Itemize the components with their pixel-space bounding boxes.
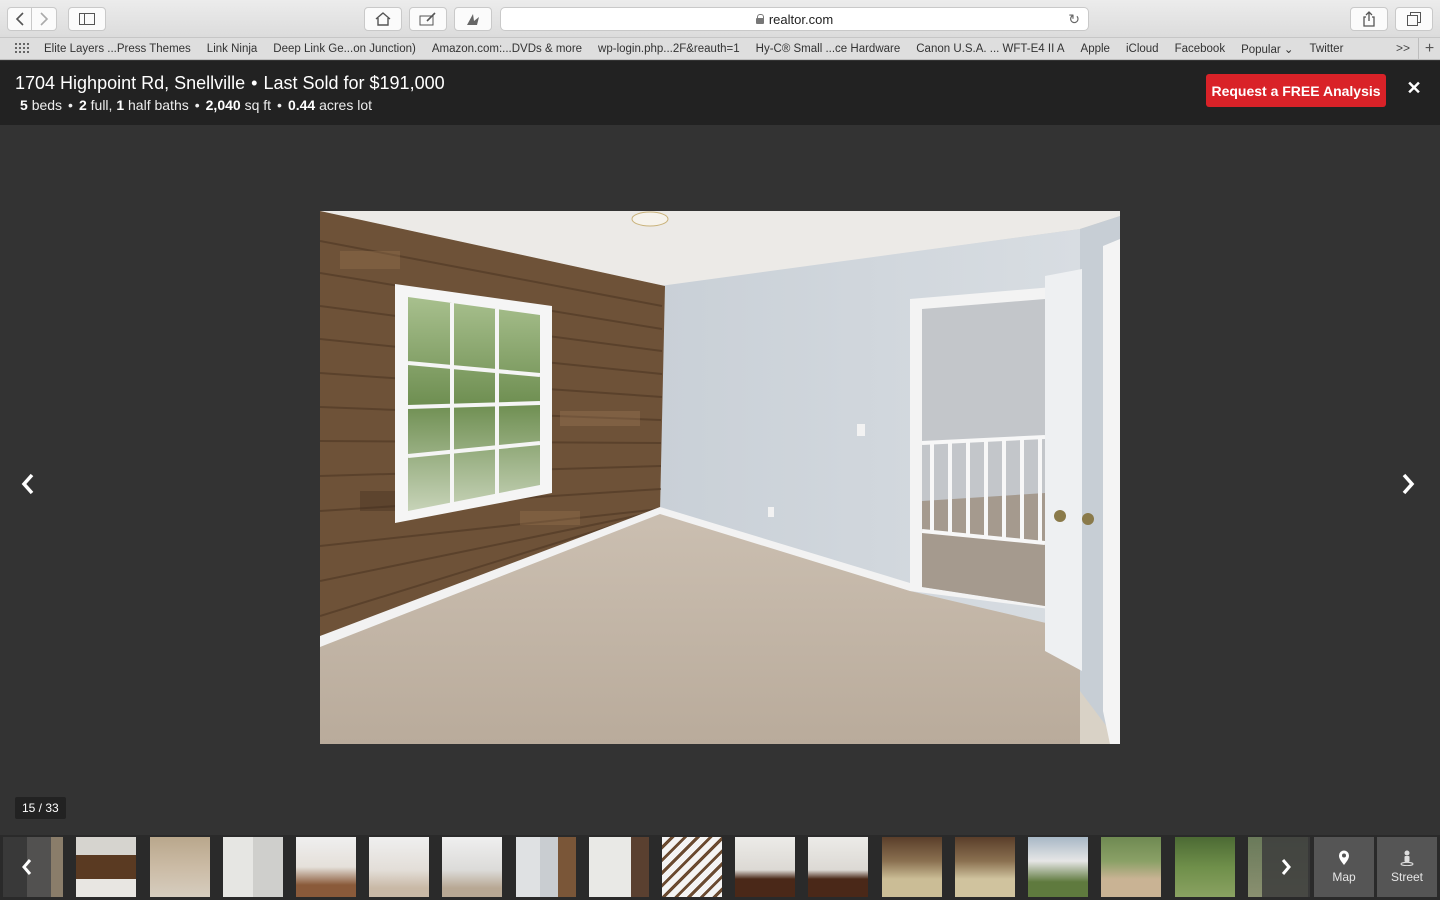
bird-icon bbox=[467, 14, 479, 25]
chevron-right-icon bbox=[40, 12, 49, 26]
reload-icon[interactable]: ↻ bbox=[1068, 11, 1080, 28]
home-button[interactable] bbox=[364, 7, 402, 31]
photo-thumbnail[interactable] bbox=[589, 837, 649, 897]
listing-address: 1704 Highpoint Rd, Snellville bbox=[15, 73, 246, 93]
new-tab-plus-icon[interactable]: + bbox=[1418, 38, 1440, 59]
lot-size-label: acres lot bbox=[319, 97, 373, 113]
street-view-person-icon bbox=[1400, 850, 1414, 866]
listing-photo bbox=[320, 211, 1120, 744]
map-pin-icon bbox=[1339, 850, 1349, 865]
bookmark-item[interactable]: Canon U.S.A. ... WFT-E4 II A bbox=[916, 43, 1064, 55]
bookmark-item[interactable]: Hy-C® Small ...ce Hardware bbox=[756, 43, 901, 55]
photo-thumbnail[interactable] bbox=[369, 837, 429, 897]
photo-thumbnail[interactable] bbox=[442, 837, 502, 897]
street-view-button[interactable]: Street bbox=[1377, 837, 1437, 897]
title-separator: • bbox=[251, 73, 258, 93]
listing-title: 1704 Highpoint Rd, Snellville • Last Sold … bbox=[15, 73, 445, 94]
photo-thumbnail[interactable] bbox=[1101, 837, 1161, 897]
beds-count: 5 bbox=[20, 97, 28, 113]
bookmark-item[interactable]: Twitter bbox=[1310, 43, 1344, 55]
filmstrip-prev-button[interactable] bbox=[3, 837, 51, 897]
bookmark-item[interactable]: wp-login.php...2F&reauth=1 bbox=[598, 43, 740, 55]
sidebar-button[interactable] bbox=[68, 7, 106, 31]
pencil-icon bbox=[419, 12, 436, 26]
tabs-icon bbox=[1407, 12, 1421, 26]
back-forward-group bbox=[7, 7, 57, 31]
address-bar[interactable]: realtor.com ↻ bbox=[500, 7, 1089, 31]
notes-button[interactable] bbox=[409, 7, 447, 31]
photo-viewer: 15 / 33 bbox=[0, 125, 1440, 835]
sqft-value: 2,040 bbox=[205, 97, 241, 113]
photo-thumbnail[interactable] bbox=[516, 837, 576, 897]
listing-header: 1704 Highpoint Rd, Snellville • Last Sold … bbox=[0, 61, 1440, 125]
listing-facts: 5 beds • 2 full, 1 half baths • 2,040 sq ft •… bbox=[20, 97, 372, 113]
request-analysis-button[interactable]: Request a FREE Analysis bbox=[1206, 74, 1386, 107]
full-baths-label: full, bbox=[90, 97, 113, 113]
forward-button[interactable] bbox=[32, 7, 57, 31]
photo-thumbnail[interactable] bbox=[955, 837, 1015, 897]
chevron-left-icon bbox=[22, 859, 32, 875]
photo-thumbnail[interactable] bbox=[296, 837, 356, 897]
filmstrip-next-button[interactable] bbox=[1262, 837, 1310, 897]
home-icon bbox=[375, 12, 391, 26]
chevron-right-icon bbox=[1402, 473, 1415, 495]
previous-photo-button[interactable] bbox=[16, 470, 40, 498]
bookmark-item[interactable]: Amazon.com:...DVDs & more bbox=[432, 43, 582, 55]
bookmark-item[interactable]: iCloud bbox=[1126, 43, 1159, 55]
full-baths-count: 2 bbox=[78, 97, 87, 113]
half-baths-label: half baths bbox=[128, 97, 189, 113]
map-button[interactable]: Map bbox=[1314, 837, 1374, 897]
share-icon bbox=[1363, 11, 1375, 27]
bookmark-item[interactable]: Deep Link Ge...on Junction) bbox=[273, 43, 416, 55]
bookmark-item[interactable]: Facebook bbox=[1175, 43, 1226, 55]
lot-size-value: 0.44 bbox=[287, 97, 316, 113]
fact-separator: • bbox=[68, 97, 73, 113]
bookmark-item[interactable]: Popular ⌄ bbox=[1241, 42, 1293, 56]
bookmarks-overflow-button[interactable]: >> bbox=[1396, 41, 1410, 55]
photo-filmstrip: Map Street bbox=[0, 835, 1440, 900]
map-label: Map bbox=[1332, 870, 1356, 884]
next-photo-button[interactable] bbox=[1396, 470, 1420, 498]
close-icon[interactable]: ✕ bbox=[1404, 78, 1424, 100]
photo-thumbnail[interactable] bbox=[150, 837, 210, 897]
chevron-right-icon bbox=[1281, 859, 1291, 875]
photo-counter: 15 / 33 bbox=[15, 797, 66, 819]
sqft-label: sq ft bbox=[244, 97, 272, 113]
last-sold-price: Last Sold for $191,000 bbox=[263, 73, 445, 93]
photo-thumbnail[interactable] bbox=[223, 837, 283, 897]
street-label: Street bbox=[1390, 870, 1423, 884]
beds-label: beds bbox=[31, 97, 63, 113]
chevron-left-icon bbox=[21, 473, 34, 495]
tabs-button[interactable] bbox=[1395, 7, 1433, 31]
lock-icon bbox=[755, 14, 765, 24]
photo-thumbnail[interactable] bbox=[808, 837, 868, 897]
extension-button[interactable] bbox=[454, 7, 492, 31]
bookmark-item[interactable]: Link Ninja bbox=[207, 43, 258, 55]
bookmark-item[interactable]: Apple bbox=[1081, 43, 1110, 55]
half-baths-count: 1 bbox=[116, 97, 125, 113]
fact-separator: • bbox=[277, 97, 282, 113]
room-photo-illustration bbox=[320, 211, 1120, 744]
photo-thumbnail[interactable] bbox=[735, 837, 795, 897]
back-button[interactable] bbox=[7, 7, 32, 31]
photo-thumbnail[interactable] bbox=[882, 837, 942, 897]
photo-thumbnail[interactable] bbox=[76, 837, 136, 897]
share-button[interactable] bbox=[1350, 7, 1388, 31]
fact-separator: • bbox=[194, 97, 200, 113]
chevron-left-icon bbox=[15, 12, 24, 26]
address-url: realtor.com bbox=[768, 11, 834, 27]
browser-toolbar: realtor.com ↻ bbox=[0, 0, 1440, 38]
bookmarks-bar: Elite Layers ...Press Themes Link Ninja … bbox=[0, 38, 1440, 60]
photo-thumbnail[interactable] bbox=[1028, 837, 1088, 897]
apps-grid-icon[interactable] bbox=[15, 43, 30, 54]
photo-thumbnail[interactable] bbox=[662, 837, 722, 897]
bookmark-item[interactable]: Elite Layers ...Press Themes bbox=[44, 43, 191, 55]
photo-thumbnail[interactable] bbox=[1175, 837, 1235, 897]
sidebar-icon bbox=[79, 13, 95, 25]
